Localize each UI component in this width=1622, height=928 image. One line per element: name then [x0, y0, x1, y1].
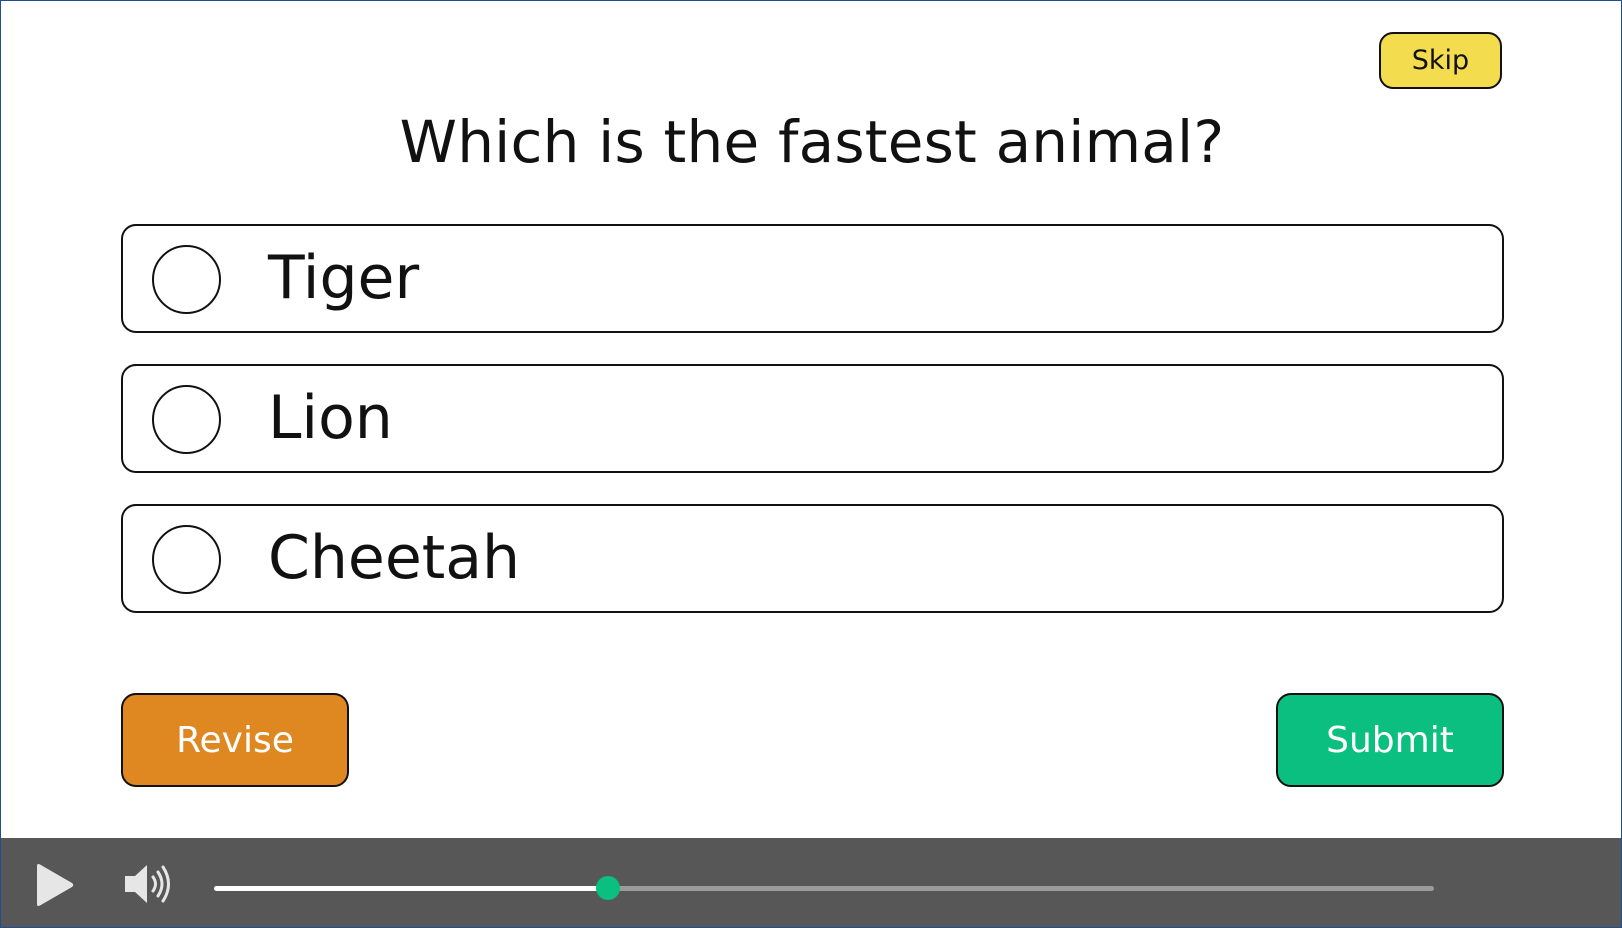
option-tiger[interactable]: Tiger	[121, 224, 1504, 333]
submit-button[interactable]: Submit	[1276, 693, 1504, 787]
option-cheetah[interactable]: Cheetah	[121, 504, 1504, 613]
option-lion[interactable]: Lion	[121, 364, 1504, 473]
volume-icon[interactable]	[123, 861, 173, 907]
progress-thumb[interactable]	[596, 876, 621, 900]
skip-button[interactable]: Skip	[1379, 32, 1502, 89]
progress-track[interactable]	[214, 876, 1434, 900]
revise-button[interactable]: Revise	[121, 693, 349, 787]
quiz-frame: Skip Which is the fastest animal? Tiger …	[0, 0, 1622, 928]
option-label: Lion	[268, 383, 393, 453]
question-text: Which is the fastest animal?	[399, 108, 1225, 176]
radio-button[interactable]	[152, 385, 221, 454]
radio-button[interactable]	[152, 525, 221, 594]
play-icon[interactable]	[31, 862, 77, 908]
option-label: Tiger	[268, 243, 420, 313]
progress-fill	[214, 886, 609, 891]
media-player-bar	[1, 838, 1621, 927]
option-label: Cheetah	[268, 523, 521, 593]
radio-button[interactable]	[152, 245, 221, 314]
